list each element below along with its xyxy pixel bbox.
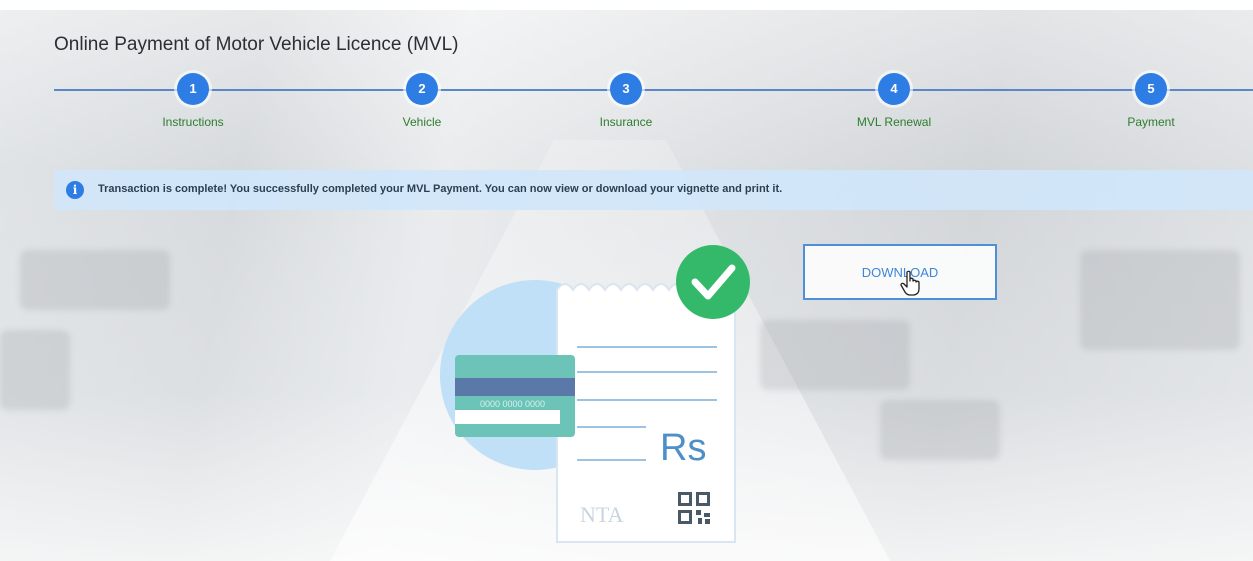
card-number: 0000 0000 0000 bbox=[480, 399, 545, 409]
background-truck bbox=[1080, 250, 1240, 350]
receipt-illustration: Rs NTA 0000 0000 0000 bbox=[440, 245, 750, 543]
step-label: Instructions bbox=[162, 115, 224, 129]
success-check-icon bbox=[676, 245, 750, 319]
step-number: 4 bbox=[878, 73, 910, 105]
step-label: Insurance bbox=[599, 115, 653, 129]
page-title: Online Payment of Motor Vehicle Licence … bbox=[54, 34, 459, 55]
step-payment: 5 Payment bbox=[1091, 73, 1211, 129]
background-car bbox=[880, 400, 1000, 460]
step-number: 3 bbox=[610, 73, 642, 105]
step-vehicle: 2 Vehicle bbox=[362, 73, 482, 129]
hand-cursor-icon bbox=[900, 270, 920, 296]
step-label: Vehicle bbox=[402, 115, 442, 129]
step-mvl-renewal: 4 MVL Renewal bbox=[834, 73, 954, 129]
step-label: Payment bbox=[1127, 115, 1175, 129]
currency-symbol: Rs bbox=[660, 427, 706, 469]
nta-logo: NTA bbox=[580, 502, 624, 527]
step-number: 1 bbox=[177, 73, 209, 105]
alert-message: Transaction is complete! You successfull… bbox=[98, 183, 783, 195]
credit-card: 0000 0000 0000 bbox=[455, 355, 575, 437]
step-label: MVL Renewal bbox=[856, 115, 932, 129]
background-car bbox=[20, 250, 170, 310]
step-number: 2 bbox=[406, 73, 438, 105]
success-alert: i Transaction is complete! You successfu… bbox=[54, 170, 1253, 210]
top-strip bbox=[0, 0, 1253, 10]
background-car bbox=[0, 330, 70, 410]
receipt: Rs NTA bbox=[556, 283, 736, 543]
step-insurance: 3 Insurance bbox=[566, 73, 686, 129]
step-number: 5 bbox=[1135, 73, 1167, 105]
background-car bbox=[760, 320, 910, 390]
step-instructions: 1 Instructions bbox=[133, 73, 253, 129]
info-icon: i bbox=[66, 181, 84, 199]
